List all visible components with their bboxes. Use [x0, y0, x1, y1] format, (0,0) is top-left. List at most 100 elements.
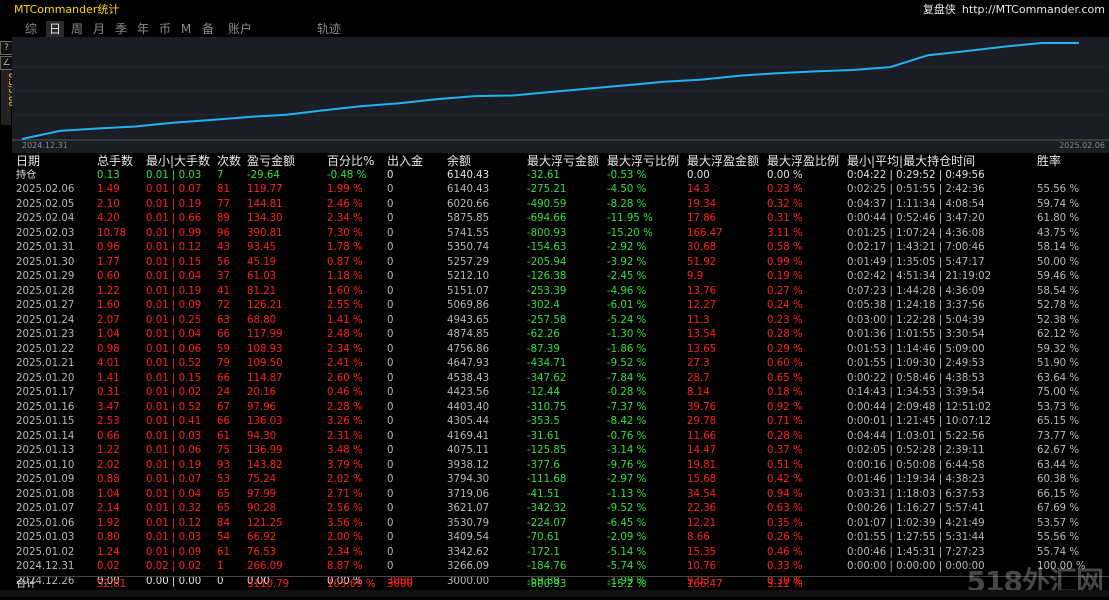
table-row[interactable]: 2025.01.21 4.01 0.01 | 0.52 79 109.50 2.41 % 0… — [16, 357, 1109, 372]
table-row[interactable]: 2025.01.30 1.77 0.01 | 0.15 56 45.19 0.87 % 0 5… — [16, 256, 1109, 271]
table-cell: 24 — [217, 387, 230, 398]
table-cell: -2.92 % — [607, 242, 647, 253]
table-row[interactable]: 2024.12.31 0.02 0.02 | 0.02 1 266.09 8.87 % 0 3… — [16, 560, 1109, 575]
column-header[interactable]: 总手数 — [97, 154, 133, 169]
tab-6[interactable]: 币 — [156, 21, 174, 37]
table-cell: 4538.43 — [447, 372, 490, 384]
table-cell: 2025.01.23 — [16, 329, 75, 340]
table-row[interactable]: 2025.01.07 2.14 0.01 | 0.32 65 90.28 2.56 % 0 3… — [16, 502, 1109, 517]
table-cell: 0:00:46 | 1:45:31 | 7:27:23 — [847, 546, 985, 558]
table-cell: 0.66 — [97, 430, 120, 442]
column-header[interactable]: 最大浮盈比例 — [767, 154, 839, 169]
table-cell: 4403.40 — [447, 401, 490, 413]
table-cell: 0.01 | 0.03 — [146, 430, 202, 442]
table-row[interactable]: 2025.01.24 2.07 0.01 | 0.25 63 68.80 1.41 % 0 4… — [16, 314, 1109, 329]
column-header[interactable]: 次数 — [217, 154, 241, 169]
table-cell: 0 — [387, 329, 394, 340]
brand-url[interactable]: http://MTCommander.com — [962, 3, 1105, 16]
table-cell: 2.71 % — [327, 488, 363, 500]
table-cell: -2.09 % — [607, 532, 647, 543]
table-row[interactable]: 2025.01.16 3.47 0.01 | 0.52 67 97.96 2.28 % 0 4… — [16, 401, 1109, 416]
table-row[interactable]: 2025.02.03 10.78 0.01 | 0.99 96 390.81 7.30 %… — [16, 227, 1109, 242]
table-cell: -8.42 % — [607, 416, 647, 427]
table-row[interactable]: 2025.01.08 1.04 0.01 | 0.04 65 97.99 2.71 % 0 3… — [16, 488, 1109, 503]
table-cell: 2.02 % — [327, 474, 363, 485]
table-cell: -4.96 % — [607, 285, 647, 297]
column-header[interactable]: 余额 — [447, 154, 471, 169]
column-header[interactable]: 百分比% — [327, 154, 374, 169]
table-row[interactable]: 2025.02.04 4.20 0.01 | 0.66 89 134.30 2.34 % 0… — [16, 212, 1109, 227]
table-cell: 0.01 | 0.52 — [146, 358, 202, 369]
table-cell: 1.41 % — [327, 314, 363, 326]
table-row[interactable]: 2025.01.23 1.04 0.01 | 0.04 66 117.99 2.48 % 0… — [16, 328, 1109, 343]
tab-0[interactable]: 综 — [22, 21, 40, 37]
column-header[interactable]: 盈亏金额 — [247, 154, 295, 169]
tab-10[interactable]: 轨迹 — [312, 21, 346, 37]
table-cell: 1.49 — [97, 184, 120, 195]
table-cell: 1.77 — [97, 256, 120, 268]
table-cell: 2.55 % — [327, 300, 363, 311]
table-cell: 11.66 — [687, 430, 717, 442]
table-cell: 166.47 — [687, 227, 723, 239]
column-header[interactable]: 最小|平均|最大持仓时间 — [847, 154, 975, 169]
table-row[interactable]: 2025.01.13 1.22 0.01 | 0.06 75 136.99 3.48 % 0… — [16, 444, 1109, 459]
tab-8[interactable]: 备 — [199, 21, 217, 37]
table-row[interactable]: 2025.02.05 2.10 0.01 | 0.19 77 144.81 2.46 % 0… — [16, 198, 1109, 213]
table-cell: 0.60 — [97, 271, 120, 282]
tab-9[interactable]: 账户 — [224, 21, 256, 37]
tab-2[interactable]: 周 — [68, 21, 86, 37]
table-cell: 0:01:55 | 1:09:30 | 2:49:53 — [847, 358, 985, 369]
table-cell: 0.27 % — [767, 285, 803, 297]
column-header[interactable]: 最小|大手数 — [146, 154, 210, 169]
horizontal-scrollbar[interactable] — [0, 590, 1109, 597]
table-row[interactable]: 2025.01.17 0.31 0.01 | 0.02 24 20.16 0.46 % 0 4… — [16, 386, 1109, 401]
table-cell: 0:01:07 | 1:02:39 | 4:21:49 — [847, 517, 985, 529]
tab-3[interactable]: 月 — [90, 21, 108, 37]
table-row[interactable]: 2025.02.06 1.49 0.01 | 0.07 81 119.77 1.99 % 0… — [16, 183, 1109, 198]
tab-5[interactable]: 年 — [134, 21, 152, 37]
table-row[interactable]: 2025.01.06 1.92 0.01 | 0.12 84 121.25 3.56 % 0… — [16, 517, 1109, 532]
table-cell: 4756.86 — [447, 343, 490, 355]
table-cell: 66 — [217, 416, 230, 427]
table-row[interactable]: 2025.01.22 0.98 0.01 | 0.06 59 108.93 2.34 % 0… — [16, 343, 1109, 358]
table-cell: 94.30 — [247, 430, 277, 442]
tab-1[interactable]: 日 — [46, 21, 64, 37]
table-cell: 2025.01.15 — [16, 416, 75, 427]
table-cell: -694.66 — [527, 213, 567, 224]
table-row[interactable]: 2025.01.14 0.66 0.01 | 0.03 61 94.30 2.31 % 0 4… — [16, 430, 1109, 445]
table-row[interactable]: 2025.01.31 0.96 0.01 | 0.12 43 93.45 1.78 % 0 5… — [16, 241, 1109, 256]
table-cell: 59.46 % — [1037, 271, 1080, 282]
table-cell: 0 — [387, 416, 394, 427]
column-header[interactable]: 最大浮盈金额 — [687, 154, 759, 169]
table-row[interactable]: 2025.01.03 0.80 0.01 | 0.03 54 66.92 2.00 % 0 3… — [16, 531, 1109, 546]
table-cell: -3.92 % — [607, 256, 647, 268]
table-row[interactable]: 2025.01.02 1.24 0.01 | 0.09 61 76.53 2.34 % 0 3… — [16, 546, 1109, 561]
table-cell: 0 — [387, 445, 394, 456]
column-header[interactable]: 出入金 — [387, 154, 423, 169]
table-cell: 2025.01.07 — [16, 503, 75, 514]
table-row[interactable]: 2025.01.28 1.22 0.01 | 0.19 41 81.21 1.60 % 0 5… — [16, 285, 1109, 300]
table-row[interactable]: 2025.01.15 2.53 0.01 | 0.41 66 136.03 3.26 % 0… — [16, 415, 1109, 430]
table-cell: 2.56 % — [327, 503, 363, 514]
column-header[interactable]: 最大浮亏比例 — [607, 154, 679, 169]
table-cell: 13.54 — [687, 329, 717, 340]
table-row[interactable]: 2025.01.09 0.88 0.01 | 0.07 53 75.24 2.02 % 0 3… — [16, 473, 1109, 488]
table-cell: 114.87 — [247, 372, 283, 384]
table-cell: 60.38 % — [1037, 474, 1080, 485]
table-cell: 51.92 — [687, 256, 717, 268]
column-header[interactable]: 最大浮亏金额 — [527, 154, 599, 169]
table-row[interactable]: 2025.01.20 1.41 0.01 | 0.15 66 114.87 2.60 % 0… — [16, 372, 1109, 387]
table-row[interactable]: 2025.01.10 2.02 0.01 | 0.19 93 143.82 3.79 % 0… — [16, 459, 1109, 474]
table-row[interactable]: 2025.01.29 0.60 0.01 | 0.04 37 61.03 1.18 % 0 5… — [16, 270, 1109, 285]
table-cell: 0.19 % — [767, 271, 803, 282]
table-cell: 97.99 — [247, 488, 277, 500]
tab-4[interactable]: 季 — [112, 21, 130, 37]
column-header[interactable]: 胜率 — [1037, 154, 1061, 169]
table-cell: 3.79 % — [327, 459, 363, 471]
column-header[interactable]: 日期 — [16, 154, 40, 169]
table-cell: 2024.12.31 — [16, 561, 75, 572]
table-cell: 0.28 % — [767, 329, 803, 340]
table-cell: 2.07 — [97, 314, 120, 326]
table-row[interactable]: 2025.01.27 1.60 0.01 | 0.09 72 126.21 2.55 % 0… — [16, 299, 1109, 314]
tab-7[interactable]: M — [178, 21, 194, 37]
